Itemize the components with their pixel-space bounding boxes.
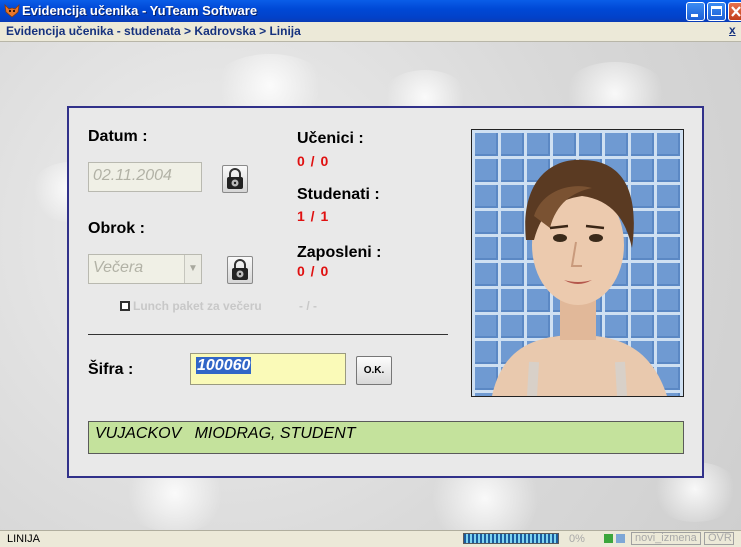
status-bar: LINIJA 0% novi_izmena OVR [0,530,741,547]
app-fox-icon [4,3,20,18]
lunch-checkbox[interactable] [120,301,130,311]
sifra-value: 100060 [196,357,252,374]
obrok-value: Večera [93,259,144,276]
progress-bar [463,533,559,544]
status-panel-ovr: OVR [704,532,734,545]
obrok-label: Obrok : [88,220,145,237]
status-indicator-blue [616,534,625,543]
title-bar[interactable]: Evidencija učenika - YuTeam Software [0,0,741,22]
ok-button[interactable]: O.K. [356,356,392,385]
breadcrumb-close-link[interactable]: x [729,23,741,39]
form-divider [88,334,448,335]
maximize-icon [711,6,722,16]
zaposleni-label: Zaposleni : [297,244,382,261]
window-title: Evidencija učenika - YuTeam Software [22,3,258,18]
studenati-value: 1 / 1 [297,208,330,224]
datum-label: Datum : [88,128,148,145]
progress-percent: 0% [569,533,585,545]
close-button[interactable] [728,2,741,21]
lunch-checkbox-label: Lunch paket za večeru [133,299,262,313]
datum-field[interactable]: 02.11.2004 [88,162,202,192]
maximize-button[interactable] [707,2,726,21]
status-text: LINIJA [7,533,41,545]
studenati-label: Studenati : [297,186,380,203]
sifra-input[interactable]: 100060 [190,353,346,385]
lunch-value: - / - [299,299,317,313]
breadcrumb: Evidencija učenika - studenata > Kadrovs… [6,24,301,38]
status-panel-edit-mode: novi_izmena [631,532,701,545]
student-result: VUJACKOV MIODRAG, STUDENT [88,421,684,454]
obrok-lock-button[interactable] [227,256,253,284]
datum-lock-button[interactable] [222,165,248,193]
minimize-button[interactable] [686,2,705,21]
status-indicator-green [604,534,613,543]
chevron-down-icon: ▼ [184,255,201,283]
close-icon [731,6,741,17]
lock-icon [227,168,243,189]
portrait-image [472,130,683,396]
person-photo [471,129,684,397]
lock-icon [232,259,248,280]
zaposleni-value: 0 / 0 [297,263,330,279]
obrok-select[interactable]: Večera ▼ [88,254,202,284]
ucenici-value: 0 / 0 [297,153,330,169]
minimize-icon [691,14,698,17]
sifra-label: Šifra : [88,361,134,378]
breadcrumb-bar: Evidencija učenika - studenata > Kadrovs… [0,22,741,42]
ucenici-label: Učenici : [297,130,364,147]
